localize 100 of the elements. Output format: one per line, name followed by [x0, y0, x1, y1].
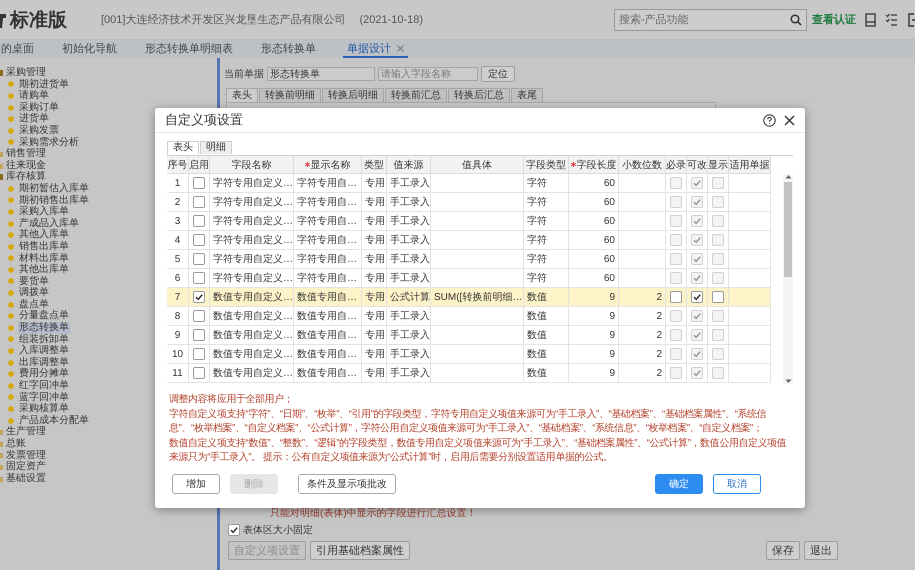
checklist-icon[interactable]	[885, 13, 898, 26]
tree-item[interactable]: 费用分摊单	[18, 368, 70, 380]
tree-item[interactable]: 基础设置	[5, 472, 47, 484]
bullet-icon	[8, 336, 14, 342]
tab[interactable]: 的桌面	[0, 40, 35, 58]
scrollbar-thumb[interactable]	[784, 182, 792, 277]
tab[interactable]: 转换前明细	[259, 88, 321, 102]
table-cell: 数值专用自定义…	[210, 364, 294, 383]
tree-item[interactable]: 蓝字回冲单	[18, 392, 70, 404]
tree-item[interactable]: 其他出库单	[18, 264, 70, 276]
checkbox[interactable]	[228, 524, 240, 536]
tree-item[interactable]: 产品成本分配单	[18, 414, 90, 426]
tree-item[interactable]: 形态转换单	[18, 322, 70, 334]
field-search-input[interactable]: 请输入字段名称	[378, 67, 478, 81]
bullet-icon	[8, 244, 14, 250]
tree-item[interactable]: 采购管理	[5, 67, 47, 79]
tree-item[interactable]: 分量盘点单	[18, 310, 70, 322]
column-label: 字段名称	[232, 158, 272, 172]
current-bill-field[interactable]: 形态转换单	[267, 67, 375, 81]
tree-item[interactable]: 采购发票	[18, 124, 60, 137]
bullet-icon	[8, 302, 14, 308]
column-label: 可改	[687, 158, 707, 172]
locate-button[interactable]: 定位	[481, 66, 515, 82]
dialog-button[interactable]: 增加	[172, 474, 220, 494]
tree-item[interactable]: 请购单	[18, 90, 50, 102]
exit-icon[interactable]	[907, 12, 915, 26]
tree-item[interactable]: 期初销售出库单	[18, 194, 90, 206]
tree-item[interactable]: 销售出库单	[18, 240, 70, 252]
scroll-up-icon[interactable]	[784, 174, 792, 179]
dialog-button[interactable]: 取消	[713, 474, 761, 494]
table-cell: 11	[167, 364, 189, 383]
bullet-icon	[8, 255, 14, 262]
tree-item[interactable]: 发票管理	[5, 450, 47, 462]
tree-item[interactable]: 固定资产	[5, 461, 47, 473]
bullet-icon	[8, 186, 14, 192]
tree-item[interactable]: 进货单	[18, 113, 50, 125]
scroll-down-icon[interactable]	[784, 379, 792, 384]
document-icon[interactable]	[865, 12, 876, 26]
tab[interactable]: 转换后汇总	[448, 88, 510, 102]
notice-text: 调整内容将应用于全部用户；	[169, 393, 294, 407]
tab[interactable]: 明细	[200, 141, 232, 154]
bullet-icon	[8, 92, 14, 99]
notice-text: 字符自定义项支持“字符”、“日期”、“枚举”、“引用”的字段类型，字符专用自定义项值来源可为“手工录入”、“基础档案”、“基础档案属性”、“系统信息”、“枚举档案”、“自定义档案”、“公式计算”，字符公用自定义项值来源可为“手工录入”、“基础档案”、“系统信息”、“枚举档案”、“自定义档案”；	[169, 408, 768, 436]
checkbox[interactable]	[670, 291, 682, 303]
tree-item[interactable]: 销售管理	[5, 148, 47, 160]
tree-item[interactable]: 组装拆卸单	[18, 334, 70, 346]
form-button[interactable]: 引用基础档案属性	[310, 541, 410, 560]
bullet-icon	[8, 81, 14, 88]
tree-item[interactable]: 生产管理	[5, 426, 47, 438]
checkbox[interactable]	[691, 291, 703, 303]
tree-item[interactable]: 往来现金	[5, 160, 47, 172]
column-label: 字段类型	[526, 158, 566, 172]
close-icon[interactable]	[784, 114, 795, 126]
tree-item[interactable]: 采购需求分析	[18, 136, 80, 148]
form-button[interactable]: 保存	[766, 541, 800, 560]
notice-text: 数值自定义项支持“数值”、“整数”、“逻辑”的字段类型，数值专用自定义项值来源可为“手工录入”、“基础档案属性”、“公式计算”，数值公用自定义项值来源只为“手工录入”。 提示：公有自定义项值来源为“公式计算”时，启用后需要分别设置适用单据的公式。	[169, 436, 788, 465]
tree-item[interactable]: 其他入库单	[18, 229, 70, 241]
form-button[interactable]: 退出	[804, 541, 838, 560]
tree-item[interactable]: 调拨单	[18, 287, 50, 299]
tab[interactable]: 初始化导航	[61, 40, 118, 58]
checkbox-label: 表体区大小固定	[243, 524, 313, 537]
tab[interactable]: 转换后明细	[322, 88, 384, 102]
dialog-button[interactable]: 条件及显示项批改	[298, 474, 396, 494]
tab[interactable]: 表头	[167, 141, 199, 154]
tree-item[interactable]: 红字回冲单	[18, 380, 70, 392]
table-row[interactable]: 7 数值专用自定义… 数值专用自… 专用 公式计算 SUM([转换前明细… 数值 9 2	[167, 288, 771, 307]
tree-item[interactable]: 期初暂估入库单	[18, 182, 90, 195]
tree-item[interactable]: 入库调整单	[18, 345, 70, 357]
tab[interactable]: 表尾	[511, 88, 543, 102]
column-label: 值具体	[462, 158, 492, 172]
tab[interactable]: 形态转换单	[260, 40, 317, 58]
tree-item[interactable]: 采购核算单	[18, 403, 70, 415]
tab[interactable]: 表头	[226, 88, 258, 102]
table-cell: 数值专用自…	[294, 364, 362, 383]
tree-item[interactable]: 产成品入库单	[18, 218, 80, 230]
tree-item[interactable]: 库存核算	[5, 171, 47, 183]
scrollbar[interactable]	[783, 174, 793, 384]
tree-item[interactable]: 期初进货单	[18, 78, 70, 90]
tree-item[interactable]: 采购入库单	[18, 206, 70, 218]
tree-item[interactable]: 采购订单	[18, 102, 60, 114]
table-cell: 9	[569, 364, 619, 383]
tab[interactable]: 单据设计	[343, 40, 408, 58]
column-label: 显示	[708, 158, 728, 172]
tree-item[interactable]: 要货单	[18, 276, 50, 288]
column-label: 必录	[666, 158, 686, 172]
checkbox[interactable]	[193, 291, 205, 303]
tab[interactable]: 转换前汇总	[385, 88, 447, 102]
bullet-icon	[8, 324, 14, 331]
bullet-icon	[8, 208, 14, 215]
tree-item[interactable]: 出库调整单	[18, 356, 70, 368]
search-field[interactable]: 搜索-产品功能	[614, 8, 807, 30]
tree-item[interactable]: 盘点单	[18, 298, 50, 310]
help-icon[interactable]	[763, 114, 776, 126]
tab[interactable]: 形态转换单明细表	[144, 40, 234, 58]
checkbox[interactable]	[712, 291, 724, 303]
column-label: 字段长度	[576, 158, 616, 172]
tree-item[interactable]: 材料出库单	[18, 252, 70, 264]
tree-item[interactable]: 总账	[5, 438, 27, 450]
bullet-icon	[8, 128, 14, 134]
table-cell: 2	[619, 364, 666, 383]
